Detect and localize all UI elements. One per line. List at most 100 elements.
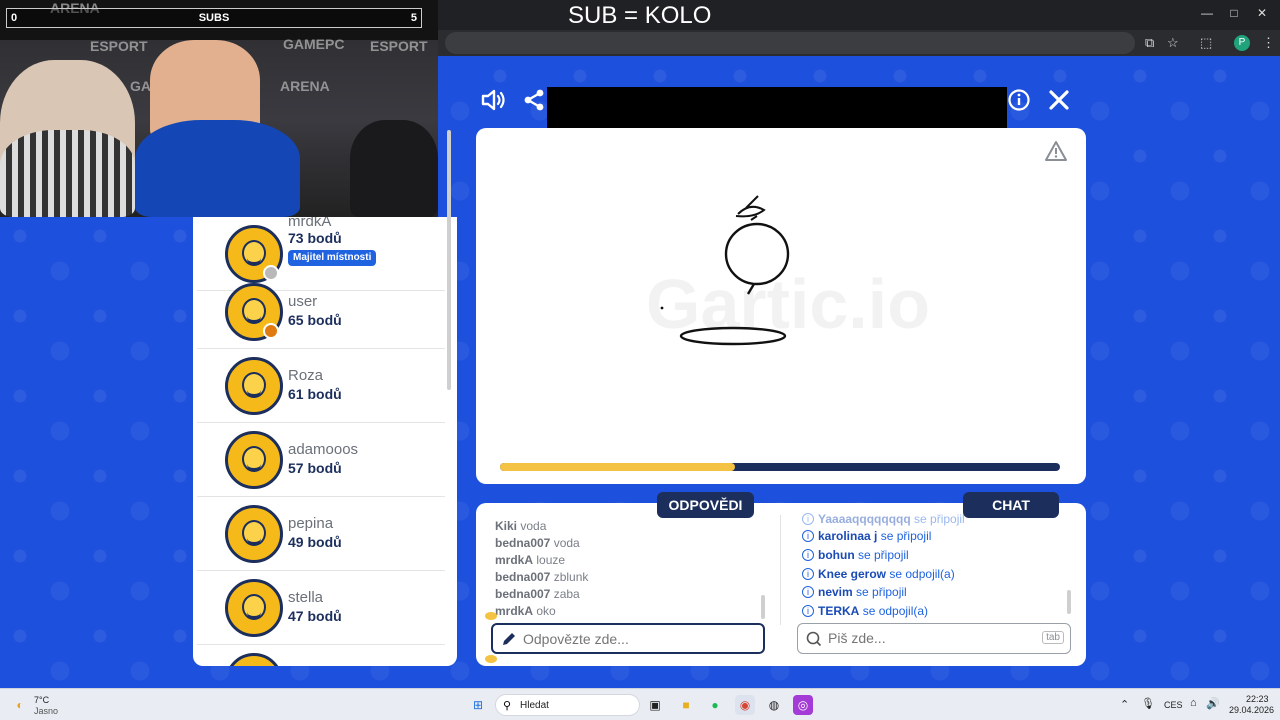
player-score: 65 bodů (288, 312, 342, 328)
minimize-button[interactable]: — (1197, 6, 1217, 20)
chat-input[interactable] (828, 630, 1048, 646)
info-icon: i (802, 586, 814, 598)
answer-item: bedna007 zblunk (495, 570, 589, 584)
player-score: 47 bodů (288, 608, 342, 624)
streamer-third (350, 120, 438, 217)
stream-overlay-title: SUB = KOLO (568, 2, 712, 29)
chat-item: i nevim se připojil (802, 585, 907, 599)
address-bar[interactable] (445, 32, 1135, 54)
sponsor-text: GAMEPC (283, 36, 345, 52)
drawing-strokes: Gartic.io (646, 195, 930, 346)
close-game-icon[interactable] (1047, 88, 1071, 118)
player-row[interactable]: user 65 bodů (197, 275, 445, 349)
chrome-icon[interactable]: ◉ (735, 695, 755, 715)
info-icon: i (802, 605, 814, 617)
striped-shirt (0, 130, 135, 217)
sound-icon[interactable] (480, 88, 506, 118)
sponsor-text: ESPORT (90, 38, 148, 54)
profile-avatar[interactable]: P (1234, 35, 1250, 51)
microphone-icon[interactable]: 🎙 (1141, 697, 1155, 710)
player-name: adamooos (288, 441, 359, 458)
answers-scrollbar[interactable] (761, 595, 765, 619)
report-warning-icon[interactable] (1044, 140, 1068, 167)
browser-menu-icon[interactable]: ⋮ (1262, 35, 1275, 51)
file-explorer-icon[interactable]: ■ (676, 695, 696, 715)
player-row[interactable]: Roza 61 bodů (197, 349, 445, 423)
extensions-icon[interactable]: ⬚ (1200, 35, 1212, 51)
player-name: stella (288, 589, 324, 606)
network-icon[interactable]: ⌂ (1190, 697, 1197, 709)
windows-taskbar: ◐ 7°C Jasno ⊞ ⚲ Hledat ▣ ■ ● ◉ ◍ ◎ ⌃ 🎙 C… (0, 688, 1280, 720)
player-avatar (225, 579, 283, 637)
volume-icon[interactable]: 🔊 (1206, 697, 1220, 710)
obs-icon[interactable]: ◍ (764, 695, 784, 715)
taskbar-search[interactable]: ⚲ Hledat (495, 694, 640, 716)
player-avatar (225, 653, 283, 666)
marker-dot (485, 612, 497, 620)
chat-input-box[interactable]: tab (797, 623, 1071, 654)
taskbar-search-label: Hledat (520, 700, 549, 711)
players-list: mrdkA 73 bodů Majitel místnosti user 65 … (193, 217, 457, 666)
owner-badge: Majitel místnosti (288, 250, 377, 266)
tab-answers[interactable]: ODPOVĚDI (657, 492, 754, 518)
tab-key-hint: tab (1042, 631, 1064, 644)
bookmark-star-icon[interactable]: ☆ (1167, 35, 1179, 51)
status-dot (263, 323, 279, 339)
player-row[interactable] (197, 645, 445, 666)
info-icon: i (802, 568, 814, 580)
answer-item: Kiki voda (495, 519, 547, 533)
sponsor-text: ARENA (280, 78, 330, 94)
search-icon (806, 631, 822, 652)
info-icon: i (802, 530, 814, 542)
tray-chevron-icon[interactable]: ⌃ (1120, 698, 1129, 711)
info-icon[interactable] (1007, 88, 1031, 118)
task-view-icon[interactable]: ▣ (645, 695, 665, 715)
marker-dot (485, 655, 497, 663)
chat-item: i TERKA se odpojil(a) (802, 604, 928, 618)
weather-desc: Jasno (34, 706, 59, 716)
share-icon[interactable] (522, 88, 546, 118)
round-timer-fill (500, 463, 736, 471)
round-timer-bar (500, 463, 1060, 471)
streamer-right-jersey (135, 120, 300, 217)
sponsor-text: ESPORT (370, 38, 428, 54)
chat-item: i Yaaaaqqqqqqqq se připojil (802, 512, 965, 526)
player-name: Roza (288, 367, 324, 384)
webcam-overlay: ARENA ARENA GAMEPC ESPORT ESPORT GAMEPC … (0, 0, 438, 217)
player-name: mrdkA (288, 217, 332, 230)
chat-scrollbar[interactable] (1067, 590, 1071, 614)
player-row[interactable]: pepina 49 bodů (197, 497, 445, 571)
player-name: user (288, 293, 318, 310)
answer-item: mrdkA oko (495, 604, 556, 618)
search-icon: ⚲ (503, 700, 512, 712)
answer-input-box[interactable] (491, 623, 765, 654)
weather-icon[interactable]: ◐ (10, 695, 30, 715)
players-scrollbar[interactable] (447, 130, 451, 390)
player-avatar (225, 431, 283, 489)
spotify-icon[interactable]: ● (705, 695, 725, 715)
player-avatar (225, 357, 283, 415)
player-name: pepina (288, 515, 334, 532)
tab-chat[interactable]: CHAT (963, 492, 1059, 518)
player-avatar (225, 505, 283, 563)
app-icon[interactable]: ◎ (793, 695, 813, 715)
language-indicator[interactable]: CES (1164, 700, 1183, 710)
chat-item: i karolinaa j se připojil (802, 529, 931, 543)
answer-item: bedna007 voda (495, 536, 580, 550)
chat-item: i bohun se připojil (802, 548, 909, 562)
drawing-canvas[interactable]: Gartic.io (476, 128, 1086, 484)
install-app-icon[interactable]: ⧉ (1145, 35, 1154, 51)
player-score: 73 bodů (288, 230, 342, 246)
pencil-icon (501, 631, 517, 652)
answer-input[interactable] (523, 631, 743, 647)
clock-date[interactable]: 29.04.2026 (1229, 705, 1274, 715)
close-window-button[interactable]: ✕ (1252, 6, 1272, 20)
player-score: 57 bodů (288, 460, 342, 476)
maximize-button[interactable]: □ (1224, 6, 1244, 20)
player-score: 61 bodů (288, 386, 342, 402)
start-icon[interactable]: ⊞ (468, 695, 488, 715)
player-row[interactable]: stella 47 bodů (197, 571, 445, 645)
panel-divider (780, 515, 781, 625)
player-row[interactable]: adamooos 57 bodů (197, 423, 445, 497)
clock-time[interactable]: 22:23 (1246, 694, 1269, 704)
